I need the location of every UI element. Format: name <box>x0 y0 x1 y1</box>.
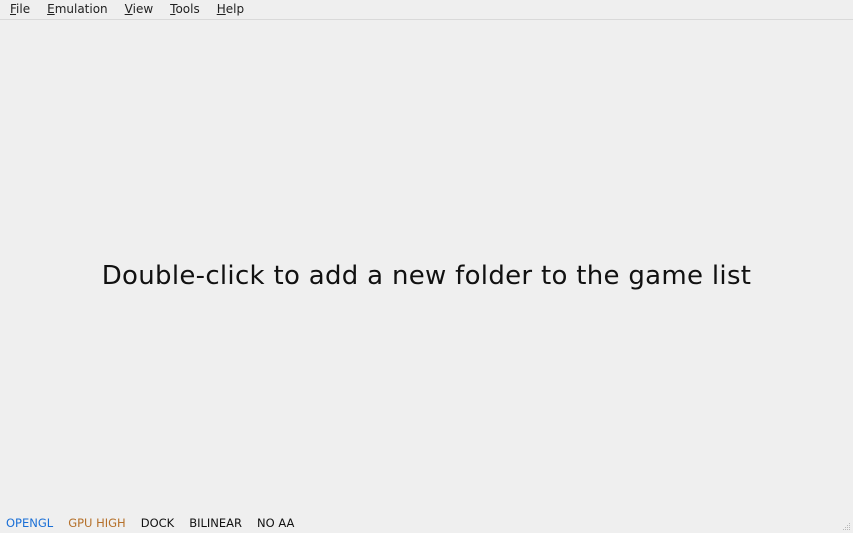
menu-emulation-mnemonic: E <box>47 2 55 16</box>
status-gpu-accuracy[interactable]: GPU HIGH <box>68 512 130 533</box>
game-list-area[interactable]: Double-click to add a new folder to the … <box>0 20 853 511</box>
menu-emulation-label: mulation <box>54 2 108 16</box>
menu-view-mnemonic: V <box>124 2 133 16</box>
main-window: File Emulation View Tools Help Double-cl… <box>0 0 853 533</box>
menu-tools-label: ools <box>175 2 200 16</box>
empty-game-list-hint: Double-click to add a new folder to the … <box>101 260 752 291</box>
menu-view-label: iew <box>132 2 154 16</box>
menu-file-label: ile <box>16 2 31 16</box>
menu-help[interactable]: Help <box>210 0 251 19</box>
menu-tools[interactable]: Tools <box>163 0 207 19</box>
menu-help-label: elp <box>225 2 245 16</box>
menu-bar: File Emulation View Tools Help <box>0 0 853 20</box>
menu-view[interactable]: View <box>118 0 160 19</box>
status-bar: OPENGL GPU HIGH DOCK BILINEAR NO AA <box>0 512 853 533</box>
menu-emulation[interactable]: Emulation <box>40 0 115 19</box>
resize-grip-icon[interactable] <box>841 521 851 531</box>
status-antialiasing[interactable]: NO AA <box>257 512 298 533</box>
status-filter[interactable]: BILINEAR <box>189 512 246 533</box>
status-renderer[interactable]: OPENGL <box>6 512 57 533</box>
menu-file[interactable]: File <box>3 0 37 19</box>
menu-help-mnemonic: H <box>216 2 226 16</box>
status-dock-mode[interactable]: DOCK <box>141 512 178 533</box>
